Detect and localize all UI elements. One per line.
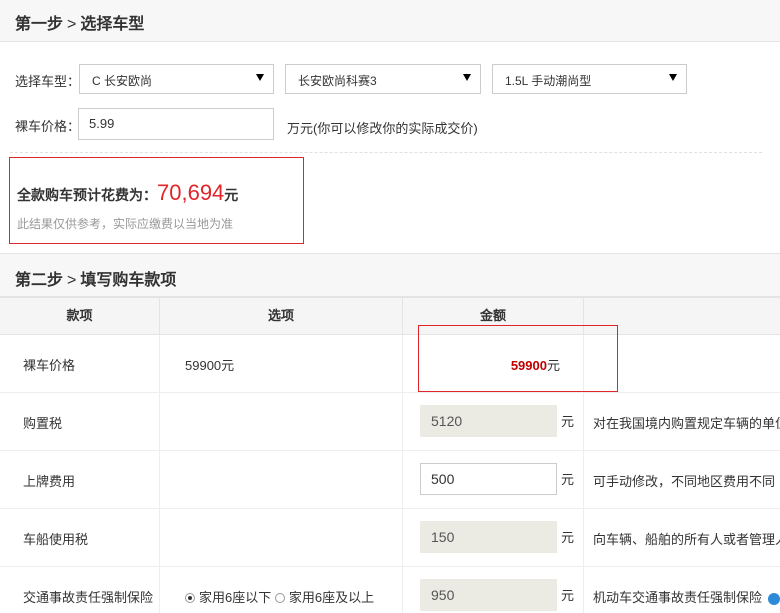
bare-price-label: 裸车价格： [15, 119, 81, 134]
header-option: 选项 [160, 298, 403, 336]
column-divider [159, 509, 160, 566]
triangle-down-icon [463, 74, 471, 81]
row-desc: 可手动修改，不同地区费用不同 [593, 474, 776, 489]
column-divider [402, 451, 403, 508]
purchase-tax-input: 5120 [420, 405, 557, 437]
table-row: 购置税 5120 元 对在我国境内购置规定车辆的单位 [0, 393, 780, 451]
row-unit: 元 [561, 530, 575, 545]
model-select-value: 1.5L 手动潮尚型 [505, 74, 592, 88]
table-row: 上牌费用 500 元 可手动修改，不同地区费用不同 [0, 451, 780, 509]
column-divider [402, 335, 403, 392]
column-divider [583, 509, 584, 566]
column-divider [402, 509, 403, 566]
triangle-down-icon [256, 74, 264, 81]
series-select[interactable]: 长安欧尚科赛3 [285, 64, 481, 94]
row-desc: 机动车交通事故责任强制保险 [593, 590, 763, 605]
result-label: 全款购车预计花费为： [17, 187, 157, 203]
help-circle-icon[interactable] [768, 592, 780, 605]
table-row: 裸车价格 59900元 59900元 [0, 335, 780, 393]
column-divider [159, 567, 160, 613]
result-unit: 元 [224, 187, 239, 203]
insurance-input: 950 [420, 579, 557, 611]
car-select-label: 选择车型： [15, 74, 81, 89]
row-unit: 元 [561, 414, 575, 429]
step2-title: 第二步 > 填写购车款项 [15, 266, 176, 290]
step1-separator: > [67, 16, 77, 33]
column-divider [159, 335, 160, 392]
radio-option-under6[interactable]: 家用6座以下 [185, 590, 271, 605]
row-name: 交通事故责任强制保险 [23, 590, 154, 605]
bare-price-input[interactable]: 5.99 [78, 108, 274, 140]
row-desc: 对在我国境内购置规定车辆的单位 [593, 416, 780, 431]
highlight-frame [418, 325, 618, 392]
step1-title: 第一步 > 选择车型 [15, 10, 144, 34]
row-desc: 向车辆、船舶的所有人或者管理人 [593, 532, 780, 547]
row-unit: 元 [561, 472, 575, 487]
column-divider [583, 393, 584, 450]
brand-select-value: C 长安欧尚 [92, 74, 153, 88]
insurance-options: 家用6座以下 家用6座及以上 [185, 587, 374, 606]
vehicle-tax-input: 150 [420, 521, 557, 553]
row-desc-container: 机动车交通事故责任强制保险 [593, 587, 780, 606]
series-select-value: 长安欧尚科赛3 [298, 74, 377, 88]
table-row: 车船使用税 150 元 向车辆、船舶的所有人或者管理人 [0, 509, 780, 567]
step1-label: 第一步 [15, 16, 64, 33]
step2-separator: > [67, 272, 77, 289]
result-note: 此结果仅供参考，实际应缴费以当地为准 [17, 217, 234, 231]
column-divider [159, 451, 160, 508]
result-line: 全款购车预计花费为：70,694元 [17, 180, 238, 206]
table-header: 款项 选项 金额 [0, 297, 780, 336]
radio-label: 家用6座以下 [199, 590, 272, 605]
step2-subtitle: 填写购车款项 [80, 272, 177, 289]
license-fee-input[interactable]: 500 [420, 463, 557, 495]
radio-icon[interactable] [185, 593, 195, 603]
column-divider [583, 567, 584, 613]
bare-price-hint: 万元(你可以修改你的实际成交价) [287, 121, 478, 136]
column-divider [583, 451, 584, 508]
model-select[interactable]: 1.5L 手动潮尚型 [492, 64, 687, 94]
step1-subtitle: 选择车型 [80, 16, 145, 33]
step2-header: 第二步 > 填写购车款项 [0, 253, 780, 297]
row-name: 购置税 [23, 416, 63, 431]
column-divider [402, 567, 403, 613]
row-unit: 元 [561, 588, 575, 603]
row-desc-container: 可手动修改，不同地区费用不同 [593, 471, 780, 490]
column-divider [402, 393, 403, 450]
column-divider [159, 393, 160, 450]
header-item: 款项 [0, 298, 160, 336]
radio-option-6plus[interactable]: 家用6座及以上 [274, 590, 375, 605]
row-name: 上牌费用 [23, 474, 76, 489]
step1-header: 第一步 > 选择车型 [0, 0, 780, 42]
row-option: 59900元 [185, 358, 235, 373]
table-row: 交通事故责任强制保险 家用6座以下 家用6座及以上 950 元 机动车交通事故责… [0, 567, 780, 613]
divider [10, 152, 762, 153]
result-amount: 70,694 [157, 180, 225, 205]
radio-label: 家用6座及以上 [288, 590, 375, 605]
brand-select[interactable]: C 长安欧尚 [79, 64, 274, 94]
result-box: 全款购车预计花费为：70,694元 此结果仅供参考，实际应缴费以当地为准 [9, 157, 304, 244]
radio-icon[interactable] [274, 593, 285, 603]
step2-label: 第二步 [15, 272, 64, 289]
triangle-down-icon [669, 74, 677, 81]
row-name: 裸车价格 [23, 358, 76, 373]
row-name: 车船使用税 [23, 532, 89, 547]
